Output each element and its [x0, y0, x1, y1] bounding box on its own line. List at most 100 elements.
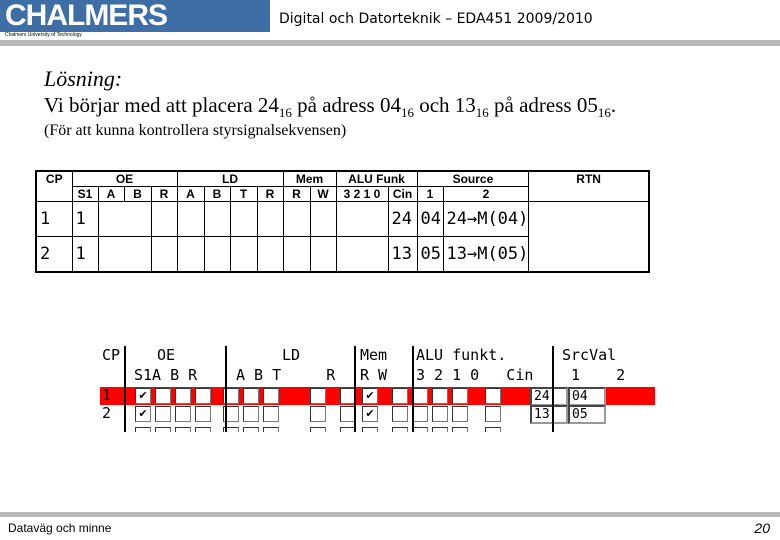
- srcval-src2-input[interactable]: 05: [568, 405, 606, 424]
- checkbox-1[interactable]: [432, 388, 448, 404]
- header-rtn: RTN: [528, 170, 650, 202]
- sim-row-cp: 2: [102, 404, 112, 422]
- footer-text: Dataväg och minne: [8, 521, 112, 535]
- empty-cell: [335, 236, 389, 273]
- checkbox-ld-r[interactable]: [310, 427, 326, 432]
- checkbox-r[interactable]: [195, 388, 211, 404]
- checkbox-0[interactable]: [452, 406, 468, 422]
- checkbox-1[interactable]: [432, 427, 448, 432]
- sub-src1: 1: [416, 186, 444, 202]
- sim-sub-oe: S1A B R: [134, 366, 198, 384]
- sim-sub-mem: R W: [360, 366, 388, 384]
- checkbox-ld-t[interactable]: [263, 388, 279, 404]
- checkbox-2[interactable]: [412, 406, 428, 422]
- s1-cell: 1: [71, 236, 99, 273]
- checkbox-ld-b[interactable]: [243, 427, 259, 432]
- checkbox-a[interactable]: [155, 388, 171, 404]
- empty-cell: [97, 236, 152, 273]
- empty-cell: [335, 201, 389, 237]
- rtn-cell: 24→M(04): [442, 201, 530, 237]
- checkbox-ld-t[interactable]: [263, 427, 279, 432]
- checkbox-ld-b[interactable]: [243, 388, 259, 404]
- header-source: Source: [416, 170, 530, 187]
- page-number: 20: [754, 520, 770, 536]
- empty-cell: [229, 236, 258, 273]
- table-row: 1 1 24 04 24→M(04): [35, 201, 649, 237]
- header-cp: CP: [35, 170, 73, 202]
- empty-cell: [282, 236, 311, 273]
- text: på adress 04: [291, 93, 401, 117]
- checkbox-cin[interactable]: [485, 406, 501, 422]
- checkbox-cin[interactable]: [485, 427, 501, 432]
- empty-cell: [150, 201, 178, 237]
- empty-cell: [282, 201, 311, 237]
- checkbox-a[interactable]: [155, 427, 171, 432]
- subscript: 16: [400, 105, 414, 121]
- checkbox-s1[interactable]: ✔: [135, 406, 151, 422]
- checkbox-mem-w[interactable]: [362, 427, 378, 432]
- src1-cell: 13: [387, 236, 418, 273]
- checkbox-1[interactable]: [432, 406, 448, 422]
- checkbox-r[interactable]: [195, 427, 211, 432]
- sim-header-mem: Mem: [360, 346, 388, 364]
- srcval-src1-input[interactable]: 24: [530, 387, 568, 406]
- empty-cell: [176, 201, 205, 237]
- sim-header-oe: OE: [157, 346, 176, 364]
- slide-title: Lösning:: [44, 66, 123, 91]
- checkbox-2[interactable]: [412, 427, 428, 432]
- srcval-src1-input[interactable]: 13: [530, 405, 568, 424]
- checkbox-b[interactable]: [175, 406, 191, 422]
- checkbox-mem-w[interactable]: ✔: [362, 406, 378, 422]
- footer-divider: [0, 512, 780, 517]
- checkbox-s1[interactable]: ✔: [135, 388, 151, 404]
- sim-sub-alu: 3 2 1 0 Cin: [416, 366, 534, 384]
- sub-src2: 2: [442, 186, 530, 202]
- checkbox-0[interactable]: [452, 427, 468, 432]
- sub-a: A: [97, 186, 125, 202]
- empty-cell: [203, 201, 231, 237]
- checkbox-3[interactable]: [392, 427, 408, 432]
- table-row: 2 1 13 05 13→M(05): [35, 236, 649, 273]
- sub-r: R: [256, 186, 284, 202]
- sub-mem-r: R: [282, 186, 311, 202]
- sim-header-src: SrcVal: [562, 346, 617, 364]
- sub-r: R: [150, 186, 178, 202]
- sim-row-cp: 1: [102, 386, 112, 404]
- empty-cell: [309, 236, 337, 273]
- empty-cell: [176, 236, 205, 273]
- text: .: [610, 93, 617, 117]
- checkbox-0[interactable]: [452, 388, 468, 404]
- checkbox-b[interactable]: [175, 427, 191, 432]
- checkbox-mem-w[interactable]: ✔: [362, 388, 378, 404]
- empty-cell: [229, 201, 258, 237]
- sub-s1: S1: [71, 186, 99, 202]
- checkbox-cin[interactable]: [485, 388, 501, 404]
- sim-sub-src: 1 2: [562, 366, 626, 384]
- checkbox-a[interactable]: [155, 406, 171, 422]
- checkbox-r[interactable]: [195, 406, 211, 422]
- empty-cell: [309, 201, 337, 237]
- checkbox-ld-r[interactable]: [310, 406, 326, 422]
- simulator-screenshot: CP OE LD Mem ALU funkt. SrcVal S1A B R A…: [100, 346, 655, 432]
- text: på adress 05: [488, 93, 598, 117]
- checkbox-3[interactable]: [392, 406, 408, 422]
- checkbox-3[interactable]: [392, 388, 408, 404]
- checkbox-b[interactable]: [175, 388, 191, 404]
- empty-cell: [150, 236, 178, 273]
- checkbox-s1[interactable]: [135, 427, 151, 432]
- src2-cell: 04: [416, 201, 444, 237]
- cp-cell: 2: [35, 236, 73, 273]
- sub-a: A: [176, 186, 205, 202]
- s1-cell: 1: [71, 201, 99, 237]
- checkbox-ld-b[interactable]: [243, 406, 259, 422]
- empty-cell: [256, 201, 284, 237]
- header-alu: ALU Funk: [335, 170, 418, 187]
- checkbox-2[interactable]: [412, 388, 428, 404]
- checkbox-ld-t[interactable]: [263, 406, 279, 422]
- slide-note: (För att kunna kontrollera styrsignalsek…: [44, 122, 347, 139]
- srcval-src2-input[interactable]: 04: [568, 387, 606, 406]
- logo-subtitle: Chalmers University of Technology: [5, 32, 82, 38]
- checkbox-ld-r[interactable]: [310, 388, 326, 404]
- empty-cell: [203, 236, 231, 273]
- course-title: Digital och Datorteknik – EDA451 2009/20…: [279, 11, 593, 27]
